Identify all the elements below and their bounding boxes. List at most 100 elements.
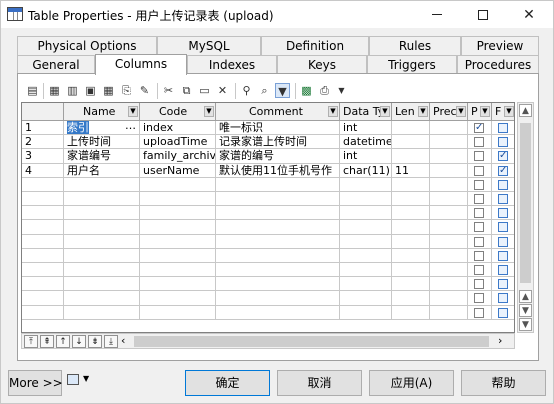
chevron-down-icon[interactable]: ▼ — [204, 106, 214, 117]
code-cell[interactable] — [140, 192, 216, 207]
precision-cell[interactable] — [430, 192, 468, 207]
name-cell[interactable] — [64, 234, 140, 249]
replicate-icon[interactable]: ⎘ — [119, 83, 134, 98]
datatype-cell[interactable] — [340, 192, 392, 207]
code-cell[interactable] — [140, 277, 216, 292]
tab-keys[interactable]: Keys — [277, 55, 367, 74]
foreign-key-checkbox[interactable] — [498, 164, 508, 177]
length-cell[interactable] — [392, 277, 430, 292]
comment-cell[interactable] — [216, 305, 340, 320]
tab-triggers[interactable]: Triggers — [367, 55, 457, 74]
comment-cell[interactable] — [216, 177, 340, 192]
comment-cell[interactable] — [216, 277, 340, 292]
cancel-button[interactable]: 取消 — [277, 370, 362, 396]
minimize-button[interactable] — [414, 1, 460, 28]
ellipsis-button[interactable]: … — [125, 121, 136, 133]
precision-cell[interactable] — [430, 149, 468, 164]
datatype-cell[interactable] — [340, 277, 392, 292]
comment-cell[interactable]: 记录家谱上传时间 — [216, 135, 340, 150]
foreign-key-checkbox[interactable] — [498, 307, 508, 318]
datatype-cell[interactable] — [340, 206, 392, 221]
excel-export-icon[interactable]: ▩ — [299, 83, 314, 98]
length-cell[interactable] — [392, 263, 430, 278]
datatype-cell[interactable]: int — [340, 149, 392, 164]
tab-procedures[interactable]: Procedures — [457, 55, 539, 74]
comment-cell[interactable]: 默认使用11位手机号作 — [216, 163, 340, 178]
precision-cell[interactable] — [430, 206, 468, 221]
code-cell[interactable] — [140, 291, 216, 306]
comment-cell[interactable] — [216, 248, 340, 263]
foreign-key-checkbox[interactable] — [498, 250, 508, 261]
datatype-cell[interactable] — [340, 177, 392, 192]
column-header-precision[interactable]: Prec ▼ — [430, 103, 468, 121]
cut-icon[interactable]: ✂ — [161, 83, 176, 98]
foreign-key-checkbox[interactable] — [498, 179, 508, 190]
chevron-down-icon[interactable]: ▼ — [128, 106, 138, 117]
chevron-down-icon[interactable]: ▼ — [480, 106, 490, 117]
primary-key-checkbox[interactable] — [474, 222, 484, 233]
foreign-key-checkbox[interactable] — [498, 194, 508, 204]
primary-key-checkbox[interactable] — [474, 279, 484, 290]
paste-icon[interactable]: ▭ — [197, 83, 212, 98]
primary-key-checkbox[interactable] — [474, 208, 484, 219]
comment-cell[interactable] — [216, 291, 340, 306]
tab-columns[interactable]: Columns — [95, 54, 187, 75]
length-cell[interactable]: 11 — [392, 163, 430, 178]
tab-indexes[interactable]: Indexes — [187, 55, 277, 74]
tab-general[interactable]: General — [17, 55, 95, 74]
name-cell[interactable] — [64, 220, 140, 235]
comment-cell[interactable] — [216, 263, 340, 278]
tab-rules[interactable]: Rules — [369, 36, 461, 55]
scroll-right-icon[interactable]: › — [498, 334, 502, 347]
primary-key-checkbox[interactable] — [474, 236, 484, 247]
precision-cell[interactable] — [430, 263, 468, 278]
name-cell[interactable] — [64, 177, 140, 192]
customize-columns-icon[interactable]: ▼ — [275, 83, 290, 98]
precision-cell[interactable] — [430, 220, 468, 235]
tab-physical-options[interactable]: Physical Options — [17, 36, 157, 55]
name-cell[interactable] — [64, 248, 140, 263]
column-header-datatype[interactable]: Data Ty ▼ — [340, 103, 392, 121]
delete-icon[interactable]: ✕ — [215, 83, 230, 98]
move-page-down-icon[interactable]: ⇟ — [88, 335, 102, 348]
precision-cell[interactable] — [430, 135, 468, 150]
code-cell[interactable]: uploadTime — [140, 135, 216, 150]
precision-cell[interactable] — [430, 305, 468, 320]
length-cell[interactable] — [392, 234, 430, 249]
datatype-cell[interactable] — [340, 291, 392, 306]
name-cell[interactable] — [64, 206, 140, 221]
move-bottom-icon[interactable]: ⤓ — [104, 335, 118, 348]
chevron-down-icon[interactable]: ▼ — [328, 106, 338, 117]
horizontal-scroll-thumb[interactable] — [134, 336, 489, 347]
primary-key-checkbox[interactable] — [474, 265, 484, 275]
foreign-key-checkbox[interactable] — [498, 293, 508, 304]
name-cell[interactable]: 上传时间 — [64, 135, 140, 150]
name-cell[interactable]: 家谱编号 — [64, 149, 140, 164]
datatype-cell[interactable] — [340, 248, 392, 263]
name-cell[interactable]: 索引 … — [64, 121, 140, 136]
length-cell[interactable] — [392, 192, 430, 207]
primary-key-checkbox[interactable] — [474, 293, 484, 304]
length-cell[interactable] — [392, 305, 430, 320]
scroll-top-icon[interactable]: ▲ — [519, 290, 532, 303]
code-cell[interactable] — [140, 248, 216, 263]
foreign-key-checkbox[interactable] — [498, 279, 508, 290]
length-cell[interactable] — [392, 135, 430, 150]
help-button[interactable]: 帮助 — [461, 370, 546, 396]
length-cell[interactable] — [392, 177, 430, 192]
vertical-scrollbar[interactable]: ▲ ▲ ▼ ▼ — [517, 102, 534, 333]
primary-key-checkbox[interactable] — [474, 165, 484, 176]
foreign-key-checkbox[interactable] — [498, 208, 508, 219]
datatype-cell[interactable] — [340, 234, 392, 249]
code-cell[interactable] — [140, 305, 216, 320]
scrollbar-thumb[interactable] — [520, 123, 531, 283]
code-cell[interactable] — [140, 220, 216, 235]
more-button[interactable]: More >> — [8, 370, 63, 396]
precision-cell[interactable] — [430, 277, 468, 292]
length-cell[interactable] — [392, 291, 430, 306]
add-columns-icon[interactable]: ▣ — [83, 83, 98, 98]
scroll-bottom-icon[interactable]: ▼ — [519, 304, 532, 317]
comment-cell[interactable] — [216, 206, 340, 221]
selected-name-text[interactable]: 索引 — [67, 121, 89, 134]
datatype-cell[interactable]: char(11) — [340, 163, 392, 178]
